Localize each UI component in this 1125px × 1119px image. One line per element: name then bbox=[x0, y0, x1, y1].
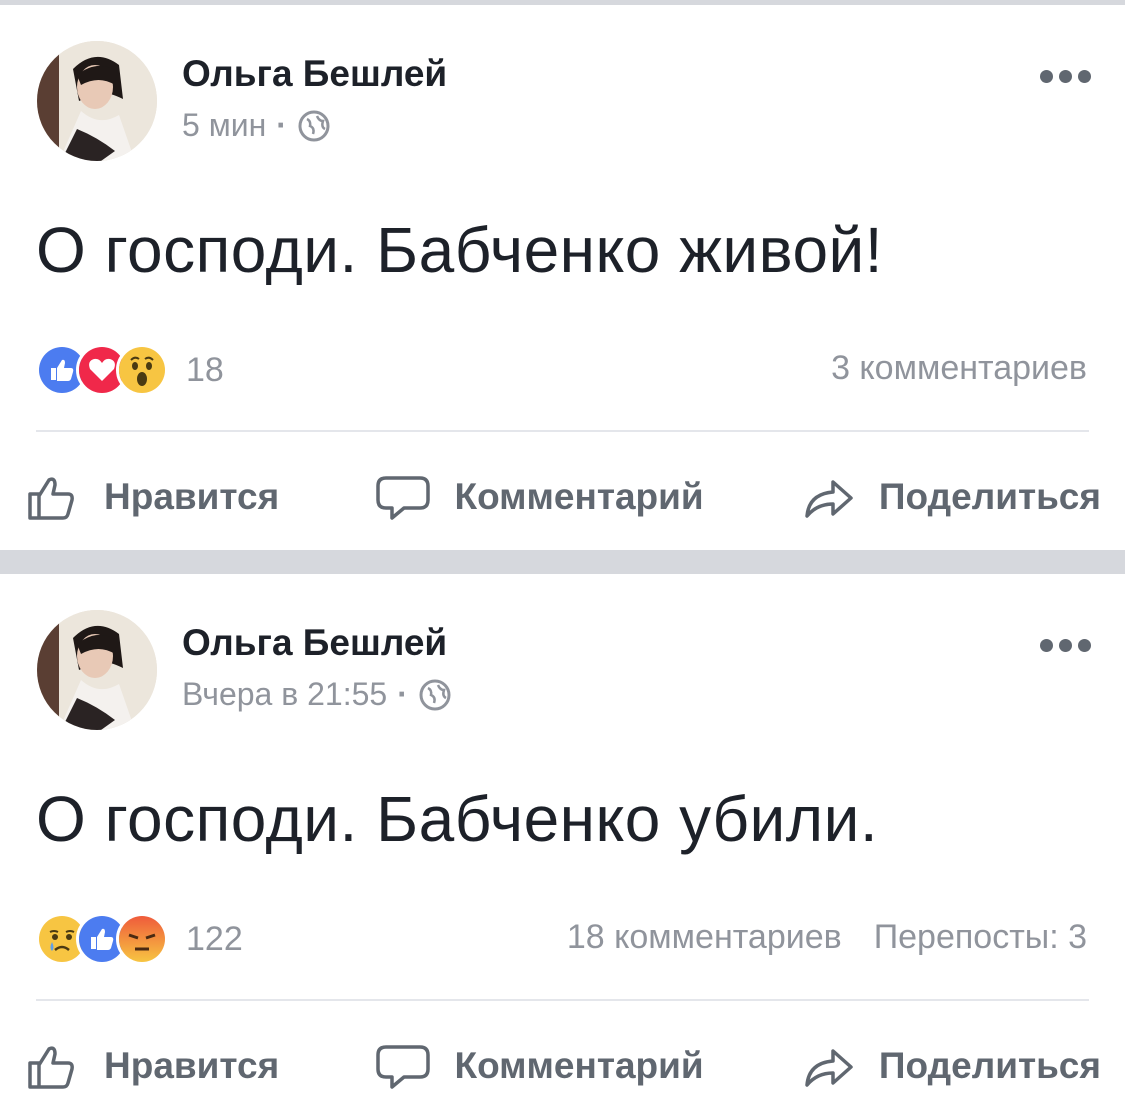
action-bar: Нравится Комментарий Поделиться bbox=[26, 467, 1101, 527]
post-separator bbox=[0, 550, 1125, 574]
reaction-summary[interactable]: 18 bbox=[36, 344, 224, 396]
avatar[interactable] bbox=[37, 41, 157, 161]
share-icon bbox=[805, 1049, 853, 1087]
post-card: Ольга Бешлей Вчера в 21:55 · О господи. … bbox=[0, 574, 1125, 1119]
thumbs-up-icon bbox=[28, 1046, 74, 1089]
share-count[interactable]: Перепосты: 3 bbox=[874, 918, 1087, 957]
divider bbox=[36, 999, 1089, 1001]
share-label: Поделиться bbox=[878, 476, 1101, 517]
comment-icon bbox=[376, 476, 431, 520]
angry-reaction-icon bbox=[116, 913, 168, 965]
more-options-icon[interactable] bbox=[1040, 70, 1091, 83]
author-name[interactable]: Ольга Бешлей bbox=[182, 622, 447, 664]
post-stats: 18 комментариев Перепосты: 3 bbox=[567, 918, 1087, 957]
globe-icon bbox=[419, 679, 451, 710]
like-label: Нравится bbox=[104, 1045, 280, 1086]
post-text: О господи. Бабченко живой! bbox=[36, 214, 884, 286]
meta-separator: · bbox=[276, 107, 287, 143]
avatar[interactable] bbox=[37, 610, 157, 730]
comment-icon bbox=[376, 1045, 431, 1089]
post-meta: Вчера в 21:55 · bbox=[182, 676, 452, 713]
comment-count[interactable]: 3 комментариев bbox=[831, 349, 1087, 388]
wow-reaction-icon bbox=[116, 344, 168, 396]
comment-label: Комментарий bbox=[454, 476, 704, 517]
action-bar: Нравится Комментарий Поделиться bbox=[26, 1036, 1101, 1096]
like-button[interactable]: Нравится bbox=[26, 1039, 279, 1093]
post-time[interactable]: 5 мин bbox=[182, 107, 266, 144]
reaction-count: 122 bbox=[186, 919, 243, 958]
like-label: Нравится bbox=[104, 476, 280, 517]
comment-count[interactable]: 18 комментариев bbox=[567, 918, 842, 957]
share-icon bbox=[805, 480, 853, 518]
post-time[interactable]: Вчера в 21:55 bbox=[182, 676, 387, 713]
thumbs-up-icon bbox=[28, 477, 74, 520]
reaction-summary[interactable]: 122 bbox=[36, 913, 243, 965]
meta-separator: · bbox=[397, 676, 408, 712]
divider bbox=[36, 430, 1089, 432]
comment-button[interactable]: Комментарий bbox=[376, 470, 704, 524]
author-name[interactable]: Ольга Бешлей bbox=[182, 53, 447, 95]
comment-label: Комментарий bbox=[454, 1045, 704, 1086]
globe-icon bbox=[298, 110, 330, 141]
like-button[interactable]: Нравится bbox=[26, 470, 279, 524]
share-button[interactable]: Поделиться bbox=[801, 1039, 1101, 1093]
reaction-count: 18 bbox=[186, 350, 224, 389]
post-meta: 5 мин · bbox=[182, 107, 331, 144]
post-card: Ольга Бешлей 5 мин · О господи. Бабченко… bbox=[0, 5, 1125, 550]
share-label: Поделиться bbox=[878, 1045, 1101, 1086]
post-stats: 3 комментариев bbox=[831, 349, 1087, 388]
more-options-icon[interactable] bbox=[1040, 639, 1091, 652]
post-text: О господи. Бабченко убили. bbox=[36, 783, 879, 855]
comment-button[interactable]: Комментарий bbox=[376, 1039, 704, 1093]
share-button[interactable]: Поделиться bbox=[801, 470, 1101, 524]
